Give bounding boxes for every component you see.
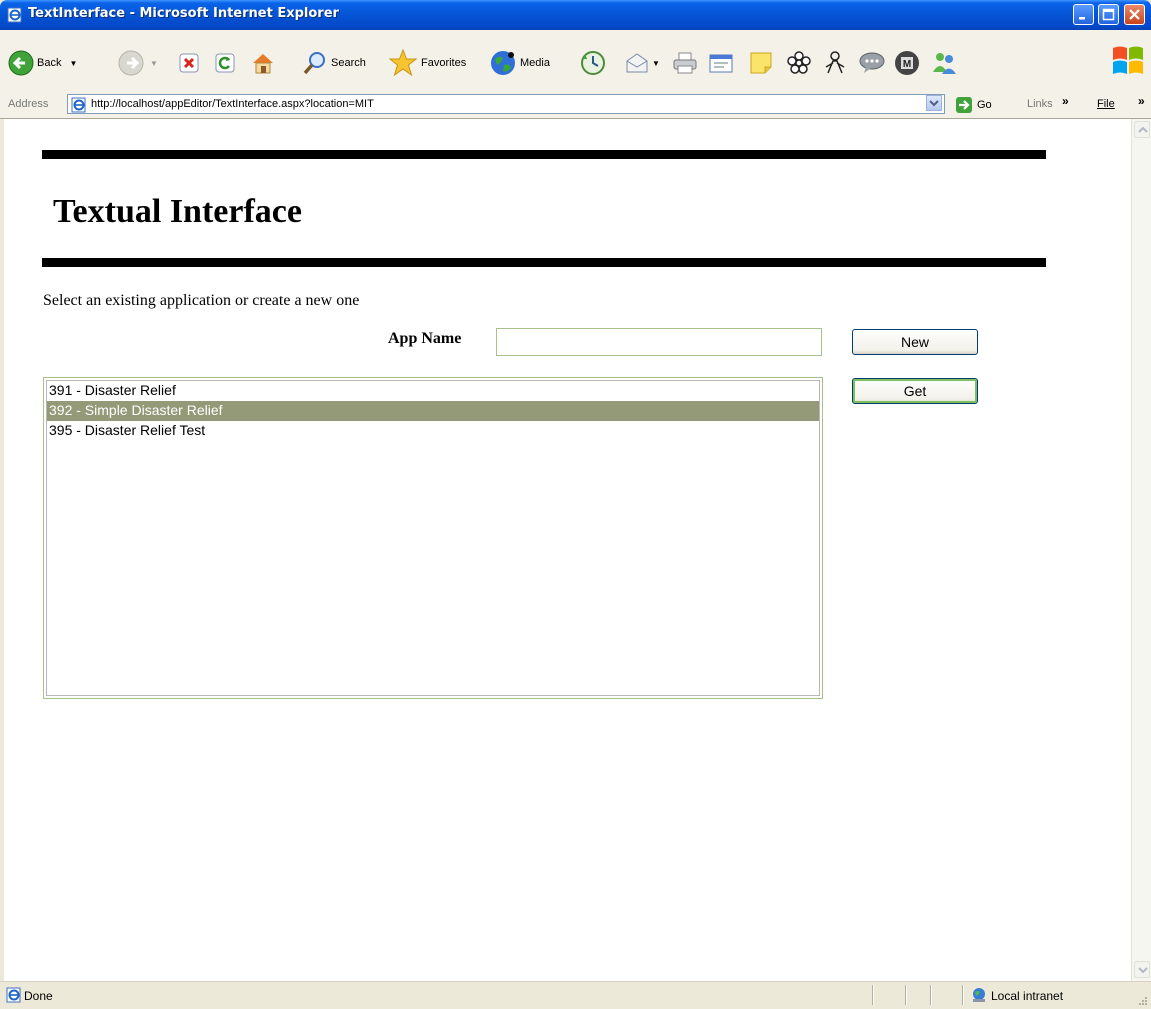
media-button[interactable]: Media: [489, 49, 550, 77]
search-icon: [303, 52, 325, 75]
media-globe-icon: [491, 51, 515, 75]
browser-toolbar: Back ▼ ▼ Search Favorites Media ▼ M: [0, 30, 1151, 93]
scroll-down-button[interactable]: [1134, 961, 1150, 978]
security-zone-text: Local intranet: [991, 989, 1064, 1003]
top-divider: [42, 150, 1046, 159]
app-name-input[interactable]: [496, 328, 822, 356]
printer-icon: [673, 52, 697, 74]
window-title: TextInterface - Microsoft Internet Explo…: [28, 6, 339, 21]
maximize-button[interactable]: [1098, 4, 1119, 25]
flower-icon: [787, 51, 811, 74]
status-text: Done: [24, 989, 53, 1003]
favorites-label: Favorites: [421, 57, 467, 69]
page-viewport: Textual Interface Select an existing app…: [4, 119, 1131, 981]
status-separator: [872, 985, 874, 1005]
maximize-icon: [1102, 8, 1115, 21]
page-icon: [71, 97, 86, 113]
app-name-label: App Name: [388, 330, 462, 347]
discuss-button[interactable]: [748, 49, 774, 77]
file-menu[interactable]: File: [1097, 98, 1115, 110]
status-separator: [930, 985, 932, 1005]
stop-icon: [179, 53, 199, 73]
close-icon: [1129, 9, 1140, 20]
sticky-note-icon: [750, 52, 772, 74]
page-status-icon: [6, 987, 21, 1003]
applications-list: 391 - Disaster Relief 392 - Simple Disast…: [46, 380, 820, 696]
links-chevron-icon[interactable]: »: [1062, 94, 1069, 108]
list-item[interactable]: 391 - Disaster Relief: [47, 381, 819, 401]
address-dropdown-button[interactable]: [926, 95, 942, 111]
back-dropdown-icon[interactable]: ▼: [69, 59, 77, 68]
mail-button[interactable]: ▼: [624, 49, 660, 77]
close-window-button[interactable]: [1124, 4, 1145, 25]
favorites-button[interactable]: Favorites: [388, 48, 467, 77]
refresh-button[interactable]: [214, 49, 236, 77]
history-icon: [581, 51, 605, 75]
address-bar: Address http://localhost/appEditor/TextI…: [0, 92, 1151, 119]
back-button[interactable]: Back ▼: [8, 49, 77, 77]
back-label: Back: [37, 57, 62, 69]
chat-button[interactable]: [858, 49, 886, 77]
links-toolbar[interactable]: Links: [1027, 98, 1053, 110]
get-button[interactable]: Get: [852, 378, 978, 404]
scroll-down-icon: [1138, 967, 1148, 974]
edit-button[interactable]: [708, 49, 734, 77]
local-intranet-icon: [973, 988, 985, 1002]
favorites-star-icon: [388, 48, 418, 77]
title-bar: TextInterface - Microsoft Internet Explo…: [0, 0, 1151, 30]
stop-button[interactable]: [178, 49, 200, 77]
edit-document-icon: [709, 54, 733, 73]
scroll-up-button[interactable]: [1134, 121, 1150, 138]
back-arrow-icon: [8, 50, 34, 76]
search-button[interactable]: Search: [302, 49, 366, 77]
chevron-down-icon: [929, 100, 939, 107]
people-icon: [933, 53, 956, 74]
minimize-button[interactable]: [1073, 4, 1094, 25]
status-bar: Done Local intranet: [0, 981, 1151, 1009]
refresh-icon: [215, 53, 235, 73]
ie-page-icon: [7, 7, 22, 23]
list-item[interactable]: 395 - Disaster Relief Test: [47, 421, 819, 441]
new-button[interactable]: New: [852, 329, 978, 355]
applications-listbox[interactable]: 391 - Disaster Relief 392 - Simple Disast…: [43, 377, 823, 699]
bottom-divider: [42, 258, 1046, 267]
research-button[interactable]: [786, 49, 812, 77]
list-item[interactable]: 392 - Simple Disaster Relief: [47, 401, 819, 421]
search-label: Search: [331, 57, 366, 69]
home-icon: [253, 54, 273, 74]
go-button[interactable]: Go: [955, 96, 992, 114]
forward-dropdown-icon[interactable]: ▼: [150, 59, 158, 68]
address-input[interactable]: http://localhost/appEditor/TextInterface…: [67, 94, 945, 114]
history-button[interactable]: [580, 49, 606, 77]
address-url: http://localhost/appEditor/TextInterface…: [91, 98, 374, 110]
m-logo-icon: M: [895, 51, 919, 75]
m-addon-button[interactable]: M: [894, 49, 920, 77]
windows-logo-icon: [1113, 46, 1143, 74]
media-label: Media: [520, 57, 550, 69]
menu-chevron-icon[interactable]: »: [1138, 94, 1145, 108]
mail-dropdown-icon[interactable]: ▼: [652, 59, 660, 68]
forward-arrow-icon: [118, 50, 144, 76]
page-title: Textual Interface: [53, 193, 302, 230]
status-separator: [962, 985, 964, 1005]
speech-bubble-icon: [859, 52, 885, 73]
svg-text:M: M: [903, 59, 911, 70]
print-button[interactable]: [672, 49, 698, 77]
messenger-button[interactable]: [822, 49, 848, 77]
people-button[interactable]: [930, 49, 958, 77]
resize-grip-icon[interactable]: [1138, 996, 1148, 1006]
go-label: Go: [977, 99, 992, 111]
instruction-text: Select an existing application or create…: [43, 292, 360, 309]
status-separator: [905, 985, 907, 1005]
person-outline-icon: [825, 51, 845, 74]
home-button[interactable]: [250, 49, 276, 77]
minimize-icon: [1079, 17, 1085, 20]
address-label: Address: [8, 98, 49, 110]
vertical-scrollbar[interactable]: [1131, 119, 1151, 981]
forward-button[interactable]: ▼: [118, 49, 158, 77]
mail-envelope-icon: [626, 53, 648, 73]
scroll-up-icon: [1138, 126, 1148, 133]
go-arrow-icon: [956, 97, 972, 113]
